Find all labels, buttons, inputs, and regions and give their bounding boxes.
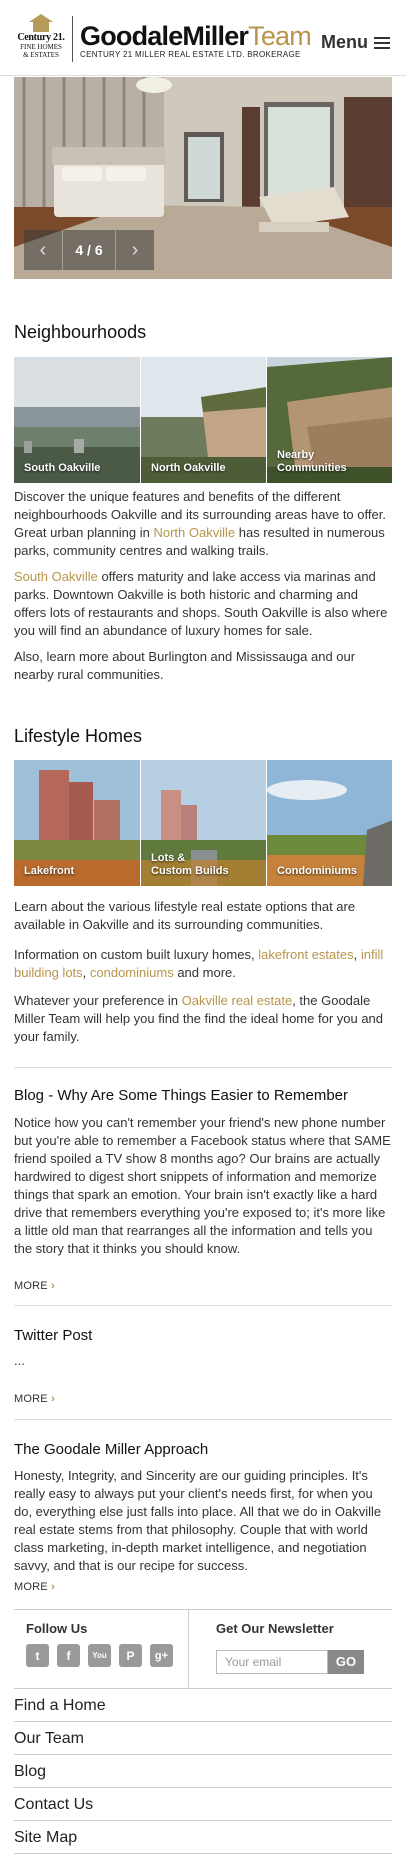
- condominiums-link[interactable]: condominiums: [90, 965, 174, 980]
- newsletter-title: Get Our Newsletter: [216, 1621, 334, 1636]
- approach-post-title[interactable]: The Goodale Miller Approach: [14, 1441, 208, 1458]
- chevron-left-icon[interactable]: ‹: [24, 230, 62, 270]
- tile-label: North Oakville: [151, 462, 226, 474]
- tile-label: Lakefront: [24, 865, 75, 877]
- text: Whatever your preference in: [14, 993, 182, 1008]
- divider: [14, 1067, 392, 1068]
- oakville-real-estate-link[interactable]: Oakville real estate: [182, 993, 293, 1008]
- century21-logo[interactable]: Century 21. FINE HOMES & ESTATES: [14, 14, 68, 64]
- menu-label: Menu: [321, 32, 368, 52]
- chevron-right-icon: ›: [51, 1393, 55, 1405]
- lakefront-estates-link[interactable]: lakefront estates: [258, 947, 353, 962]
- footer-nav-find-a-home[interactable]: Find a Home: [14, 1689, 392, 1722]
- tile-lots-custom-builds[interactable]: Lots & Custom Builds: [140, 760, 266, 886]
- site-header: Century 21. FINE HOMES & ESTATES Goodale…: [0, 0, 406, 76]
- chevron-right-icon[interactable]: ›: [116, 230, 154, 270]
- tile-nearby-communities[interactable]: Nearby Communities: [266, 357, 392, 483]
- south-oakville-link[interactable]: South Oakville: [14, 569, 98, 584]
- tile-label: Condominiums: [277, 865, 358, 877]
- follow-us-title: Follow Us: [26, 1621, 88, 1636]
- brand-accent: Team: [248, 21, 312, 51]
- tile-south-oakville[interactable]: South Oakville: [14, 357, 140, 483]
- more-label: MORE: [14, 1393, 48, 1405]
- slider-controls: ‹ 4 / 6 ›: [24, 230, 154, 270]
- footer-divider: [188, 1609, 189, 1689]
- tile-lakefront[interactable]: Lakefront: [14, 760, 140, 886]
- lifestyle-tiles: Lakefront Lots & Custom Builds Condomini…: [14, 760, 392, 886]
- brand-subtitle: CENTURY 21 MILLER REAL ESTATE LTD. BROKE…: [80, 50, 301, 59]
- neighbourhoods-heading: Neighbourhoods: [14, 322, 147, 342]
- footer-nav-site-map[interactable]: Site Map: [14, 1821, 392, 1854]
- pinterest-icon[interactable]: P: [119, 1644, 142, 1667]
- approach-more-link[interactable]: MORE ›: [14, 1581, 55, 1593]
- hamburger-icon: [374, 36, 390, 49]
- twitter-more-link[interactable]: MORE ›: [14, 1393, 55, 1405]
- blog-post-excerpt: Notice how you can't remember your frien…: [14, 1115, 391, 1256]
- divider: [14, 1419, 392, 1420]
- page: Century 21. FINE HOMES & ESTATES Goodale…: [0, 0, 406, 1865]
- footer-nav-our-team[interactable]: Our Team: [14, 1722, 392, 1755]
- chevron-right-icon: ›: [51, 1581, 55, 1593]
- google-plus-icon[interactable]: g+: [150, 1644, 173, 1667]
- neighbourhoods-paragraph-1: Discover the unique features and benefit…: [14, 488, 392, 560]
- text: ,: [82, 965, 90, 980]
- tile-label: South Oakville: [24, 462, 101, 474]
- text: Information on custom built luxury homes…: [14, 947, 259, 962]
- neighbourhoods-paragraph-2: South Oakville offers maturity and lake …: [14, 568, 392, 640]
- menu-button[interactable]: Menu: [321, 32, 390, 53]
- tile-north-oakville[interactable]: North Oakville: [140, 357, 266, 483]
- divider: [14, 1305, 392, 1306]
- newsletter-email-input[interactable]: Your email: [216, 1650, 328, 1674]
- approach-post-body: Honesty, Integrity, and Sincerity are ou…: [14, 1468, 382, 1573]
- text: and more.: [173, 965, 236, 980]
- chevron-right-icon: ›: [51, 1280, 55, 1292]
- tile-label: Nearby Communities: [277, 449, 347, 474]
- brand-logo[interactable]: GoodaleMillerTeam: [80, 21, 312, 51]
- more-label: MORE: [14, 1581, 48, 1593]
- neighbourhoods-paragraph-3: Also, learn more about Burlington and Mi…: [14, 649, 356, 682]
- north-oakville-link[interactable]: North Oakville: [153, 525, 235, 540]
- footer-nav-blog[interactable]: Blog: [14, 1755, 392, 1788]
- c21-wordmark: Century 21.: [17, 32, 65, 43]
- c21-subline-1: FINE HOMES: [20, 43, 62, 51]
- brand-main: GoodaleMiller: [80, 21, 249, 51]
- logo-divider: [72, 16, 73, 62]
- neighbourhood-tiles: South Oakville North Oakville Nearby Com…: [14, 357, 392, 483]
- twitter-post-title[interactable]: Twitter Post: [14, 1327, 92, 1344]
- text: ,: [353, 947, 361, 962]
- twitter-post-body: ...: [14, 1353, 25, 1368]
- lifestyle-heading: Lifestyle Homes: [14, 726, 143, 746]
- lifestyle-paragraph-1: Learn about the various lifestyle real e…: [14, 899, 356, 932]
- youtube-icon[interactable]: You: [88, 1644, 111, 1667]
- social-icons: t f You P g+: [26, 1644, 173, 1667]
- lifestyle-paragraph-2: Information on custom built luxury homes…: [14, 946, 392, 982]
- newsletter-go-button[interactable]: GO: [328, 1650, 364, 1674]
- lifestyle-paragraph-3: Whatever your preference in Oakville rea…: [14, 992, 392, 1046]
- more-label: MORE: [14, 1280, 48, 1292]
- slide-counter: 4 / 6: [62, 230, 116, 270]
- c21-subline-2: & ESTATES: [23, 51, 59, 59]
- footer-nav-contact-us[interactable]: Contact Us: [14, 1788, 392, 1821]
- house-icon: [28, 14, 54, 32]
- tile-label: Lots & Custom Builds: [151, 852, 229, 877]
- blog-post-title[interactable]: Blog - Why Are Some Things Easier to Rem…: [14, 1087, 348, 1104]
- blog-more-link[interactable]: MORE ›: [14, 1280, 55, 1292]
- twitter-icon[interactable]: t: [26, 1644, 49, 1667]
- facebook-icon[interactable]: f: [57, 1644, 80, 1667]
- tile-condominiums[interactable]: Condominiums: [266, 760, 392, 886]
